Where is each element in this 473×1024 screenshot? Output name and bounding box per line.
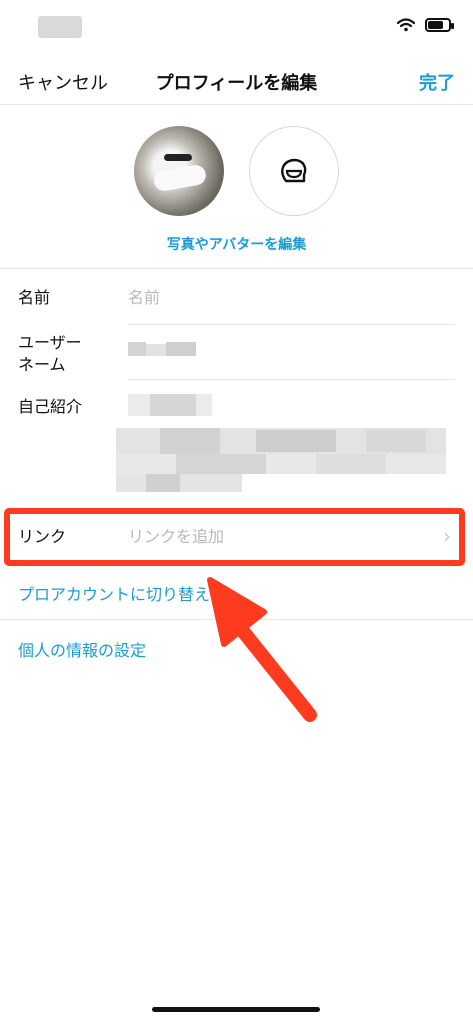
status-time-blurred [38,16,82,38]
name-label: 名前 [18,288,51,307]
status-icons [397,18,454,32]
link-label: リンク [18,527,67,546]
field-divider [128,324,455,325]
nav-divider [0,104,473,105]
edit-photo-avatar-link[interactable]: 写真やアバターを編集 [0,234,473,254]
personal-info-settings-link[interactable]: 個人の情報の設定 [18,637,146,661]
field-divider [128,379,455,380]
red-arrow-annotation [207,577,317,722]
name-input[interactable]: 名前 [128,287,160,309]
chevron-right-icon: › [443,524,451,548]
avatar-button[interactable] [249,126,339,216]
home-indicator [152,1007,320,1012]
username-label-line2: ネーム [18,355,66,374]
section-divider [0,268,473,269]
wifi-icon [397,18,415,32]
link-input[interactable]: リンクを追加 [128,526,224,548]
bio-input[interactable] [116,390,446,504]
battery-icon [425,18,454,32]
done-button[interactable]: 完了 [419,69,455,95]
battery-fill [428,21,443,29]
username-label-line1: ユーザー [18,333,82,352]
bio-label: 自己紹介 [18,397,83,416]
username-input[interactable] [128,340,198,358]
avatar-face-icon [281,158,307,183]
profile-photo-avatar[interactable] [134,126,224,216]
page-title: プロフィールを編集 [155,73,318,94]
link-highlight-box [4,508,465,566]
